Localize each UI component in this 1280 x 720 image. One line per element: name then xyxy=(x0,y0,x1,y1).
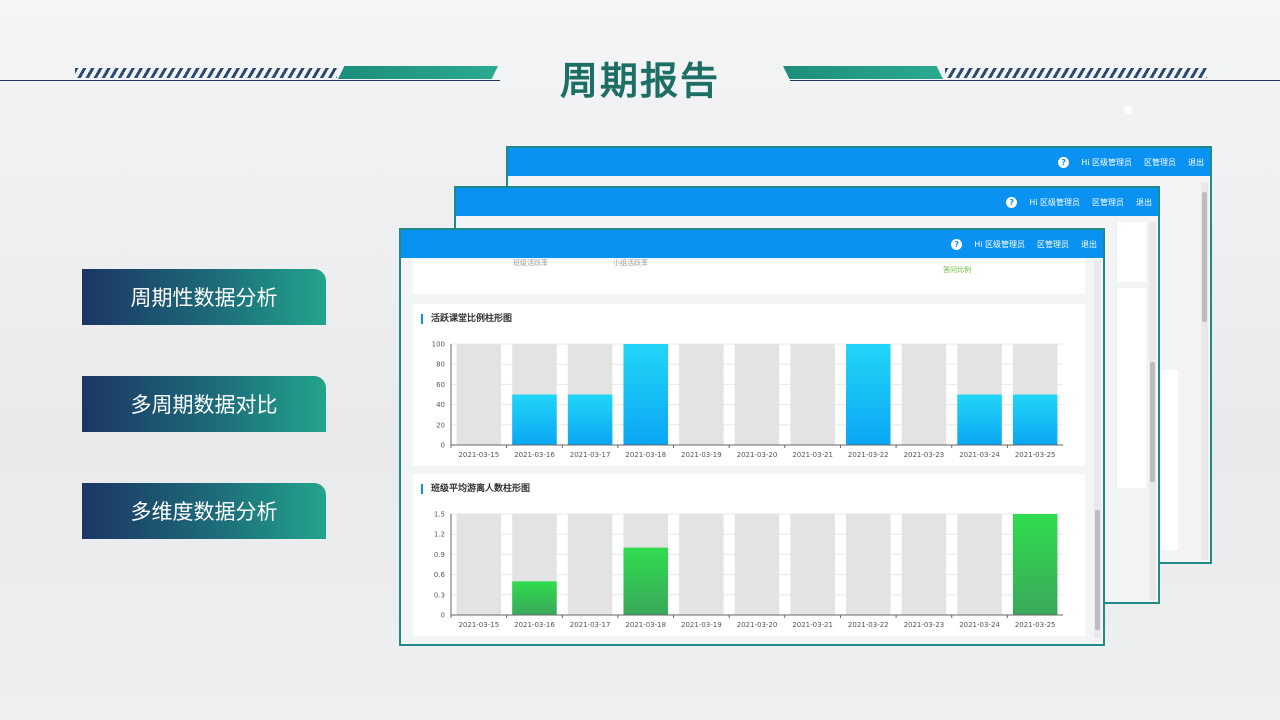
bar-background xyxy=(734,514,780,615)
help-icon[interactable]: ? xyxy=(1006,196,1018,208)
x-tick-label: 2021-03-20 xyxy=(737,451,778,459)
y-tick-label: 1.5 xyxy=(434,511,445,519)
bar-background xyxy=(734,344,780,445)
summary-item: 班级活跃率 xyxy=(513,259,548,267)
role-link[interactable]: 区管理员 xyxy=(1092,197,1124,208)
x-tick-label: 2021-03-20 xyxy=(737,621,778,629)
y-tick-label: 0.6 xyxy=(434,571,446,579)
bar xyxy=(623,344,668,445)
feature-multi-period-compare: 多周期数据对比 xyxy=(82,376,326,432)
bar xyxy=(567,394,613,445)
scroll-thumb[interactable] xyxy=(1202,192,1207,322)
x-tick-label: 2021-03-25 xyxy=(1015,451,1056,459)
bar-background xyxy=(456,344,502,445)
y-tick-label: 0.9 xyxy=(434,551,445,559)
x-tick-label: 2021-03-16 xyxy=(514,451,555,459)
window-top-bar: ? Hi 区级管理员 区管理员 退出 xyxy=(508,148,1210,176)
bar-background xyxy=(901,344,947,445)
x-tick-label: 2021-03-16 xyxy=(514,621,555,629)
scrollbar[interactable] xyxy=(1094,260,1101,638)
x-tick-label: 2021-03-18 xyxy=(625,621,666,629)
sparkle-decoration xyxy=(1122,104,1134,116)
y-tick-label: 0.3 xyxy=(434,591,445,599)
greeting-label: Hi 区级管理员 xyxy=(974,239,1025,249)
x-tick-label: 2021-03-18 xyxy=(625,451,666,459)
summary-item: 小组活跃率 xyxy=(613,259,648,267)
bar xyxy=(1012,514,1058,615)
bar-background xyxy=(567,514,613,615)
x-tick-label: 2021-03-23 xyxy=(904,451,945,459)
chart-card-active-ratio: 活跃课堂比例柱形图 0 20 40 60 80 100 2021-03-15 2021-03-… xyxy=(413,304,1085,466)
bar xyxy=(846,344,891,445)
help-icon[interactable]: ? xyxy=(951,238,963,250)
bar xyxy=(957,394,1002,445)
screenshot-window-front: ? Hi 区级管理员 区管理员 退出 班级活跃率 小组活跃率 答问比例 活跃课堂… xyxy=(399,228,1105,646)
bar-background xyxy=(846,514,891,615)
header-bar-right xyxy=(783,66,943,79)
window-top-bar: ? Hi 区级管理员 区管理员 退出 xyxy=(456,188,1158,216)
bar-background xyxy=(901,514,947,615)
x-tick-label: 2021-03-22 xyxy=(848,621,889,629)
x-tick-label: 2021-03-17 xyxy=(570,621,611,629)
logout-link[interactable]: 退出 xyxy=(1081,239,1097,250)
bar-background xyxy=(957,514,1002,615)
bar xyxy=(512,581,557,615)
chart-card-avg-wander: 班级平均游离人数柱形图 0 0.3 0.6 0.9 1.2 1.5 2021-03-15 20… xyxy=(413,474,1085,636)
y-tick-label: 1.2 xyxy=(434,531,445,539)
header-hatch-left xyxy=(75,68,337,78)
x-tick-label: 2021-03-15 xyxy=(458,451,499,459)
x-tick-label: 2021-03-19 xyxy=(681,451,722,459)
header-rule-left xyxy=(0,80,500,81)
y-tick-label: 60 xyxy=(436,381,445,389)
bar-background xyxy=(679,344,724,445)
header-bar-left xyxy=(338,66,498,79)
feature-multi-dimension-analysis: 多维度数据分析 xyxy=(82,483,326,539)
bar-chart-avg-wander: 0 0.3 0.6 0.9 1.2 1.5 2021-03-15 2021-03-16 2021… xyxy=(434,511,1063,629)
scroll-thumb[interactable] xyxy=(1095,510,1100,630)
greeting-label: Hi 区级管理员 xyxy=(1029,197,1080,207)
header-hatch-right xyxy=(945,68,1207,78)
role-link[interactable]: 区管理员 xyxy=(1037,239,1069,250)
scrollbar[interactable] xyxy=(1149,222,1156,600)
x-tick-label: 2021-03-24 xyxy=(959,621,1000,629)
logout-link[interactable]: 退出 xyxy=(1136,197,1152,208)
header-rule-right xyxy=(790,80,1280,81)
bar-chart-active-ratio: 0 20 40 60 80 100 2021-03-15 2021-03-16 2021-03-… xyxy=(432,341,1063,459)
window-top-bar: ? Hi 区级管理员 区管理员 退出 xyxy=(401,230,1103,258)
x-tick-label: 2021-03-23 xyxy=(904,621,945,629)
y-tick-label: 40 xyxy=(436,401,445,409)
bar-background xyxy=(790,344,835,445)
bar xyxy=(1012,394,1058,445)
x-tick-label: 2021-03-22 xyxy=(848,451,889,459)
role-link[interactable]: 区管理员 xyxy=(1144,157,1176,168)
bar xyxy=(512,394,557,445)
bar xyxy=(623,547,668,615)
x-tick-label: 2021-03-15 xyxy=(458,621,499,629)
y-tick-label: 0 xyxy=(441,442,445,450)
x-tick-label: 2021-03-21 xyxy=(792,451,833,459)
x-tick-label: 2021-03-17 xyxy=(570,451,611,459)
feature-periodic-analysis: 周期性数据分析 xyxy=(82,269,326,325)
bar-background xyxy=(456,514,502,615)
x-tick-label: 2021-03-21 xyxy=(792,621,833,629)
logout-link[interactable]: 退出 xyxy=(1188,157,1204,168)
help-icon[interactable]: ? xyxy=(1058,156,1070,168)
page-title: 周期报告 xyxy=(559,59,720,103)
top-summary-card: 班级活跃率 小组活跃率 答问比例 xyxy=(413,259,1085,294)
y-tick-label: 100 xyxy=(432,341,445,349)
y-tick-label: 80 xyxy=(436,361,445,369)
scrollbar[interactable] xyxy=(1201,182,1208,560)
side-panel xyxy=(1116,288,1146,488)
greeting-label: Hi 区级管理员 xyxy=(1081,157,1132,167)
side-panel xyxy=(1116,222,1146,282)
pie-label: 答问比例 xyxy=(943,266,971,274)
x-tick-label: 2021-03-24 xyxy=(959,451,1000,459)
y-tick-label: 0 xyxy=(441,612,445,620)
scroll-thumb[interactable] xyxy=(1150,362,1155,482)
bar-background xyxy=(790,514,835,615)
bar-background xyxy=(679,514,724,615)
y-tick-label: 20 xyxy=(436,421,445,429)
x-tick-label: 2021-03-19 xyxy=(681,621,722,629)
x-tick-label: 2021-03-25 xyxy=(1015,621,1056,629)
